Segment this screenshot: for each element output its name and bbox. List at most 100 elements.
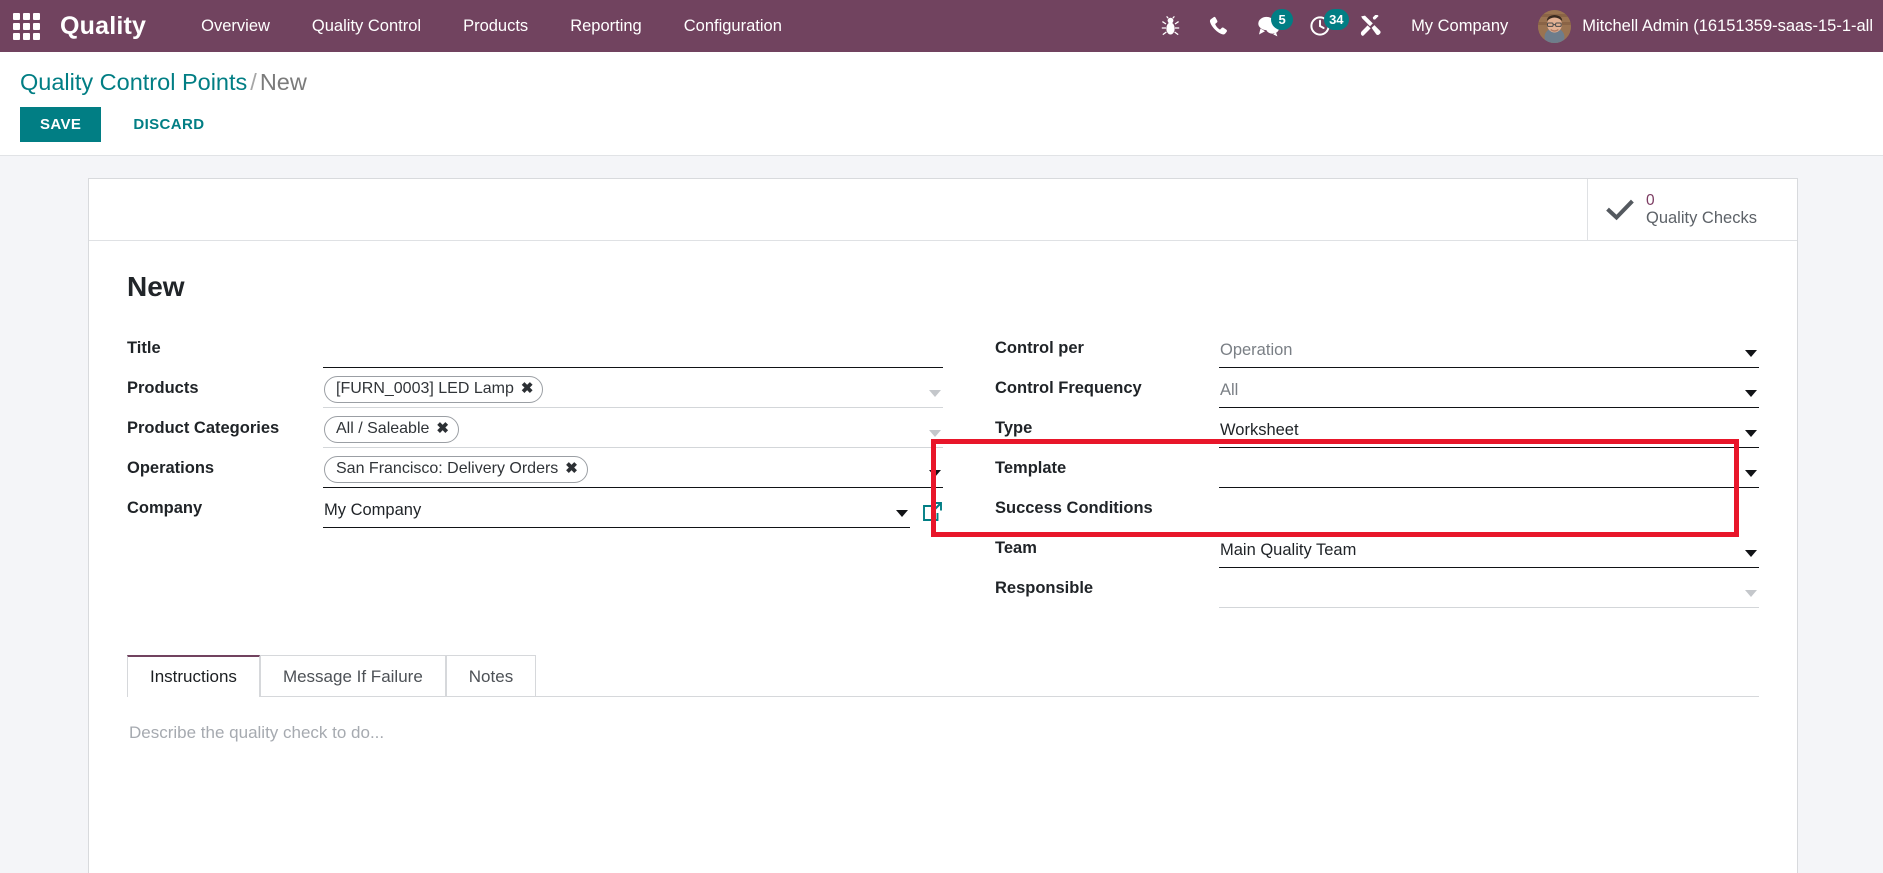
type-dropdown-caret[interactable] [1745, 430, 1757, 437]
field-value-control-frequency: All [1219, 377, 1759, 408]
tag-operation-label: San Francisco: Delivery Orders [336, 460, 559, 477]
tab-instructions[interactable]: Instructions [127, 655, 260, 697]
control-panel-buttons: SAVE DISCARD [0, 99, 1883, 142]
type-select[interactable]: Worksheet [1219, 417, 1759, 448]
activities-button[interactable]: 34 [1295, 0, 1349, 52]
company-input[interactable]: My Company [323, 497, 910, 528]
app-brand-title[interactable]: Quality [52, 12, 156, 41]
field-row-title: Title [127, 329, 943, 368]
stat-button-quality-checks[interactable]: 0 Quality Checks [1587, 179, 1797, 240]
field-row-type: Type Worksheet [995, 409, 1759, 448]
template-dropdown-caret[interactable] [1745, 470, 1757, 477]
breadcrumb: Quality Control Points / New [0, 65, 1883, 99]
tab-notes[interactable]: Notes [445, 655, 537, 697]
template-input[interactable] [1219, 457, 1759, 488]
control-frequency-value: All [1220, 380, 1239, 399]
form-column-right: Control per Operation Control Frequency [943, 329, 1759, 609]
form-body: New Title Products [FURN_0003] LED Lamp … [89, 241, 1797, 817]
field-row-control-per: Control per Operation [995, 329, 1759, 368]
field-value-company: My Company [323, 497, 943, 528]
field-value-team: Main Quality Team [1219, 537, 1759, 568]
group-heading-success-conditions: Success Conditions [995, 499, 1153, 517]
field-row-company: Company My Company [127, 489, 943, 528]
field-row-success-conditions: Success Conditions [995, 489, 1759, 528]
field-label-title: Title [127, 339, 161, 357]
company-dropdown-caret[interactable] [896, 510, 908, 517]
team-dropdown-caret[interactable] [1745, 550, 1757, 557]
tag-remove-icon[interactable]: ✖ [565, 459, 578, 479]
menu-item-configuration[interactable]: Configuration [663, 0, 803, 52]
field-value-template [1219, 457, 1759, 488]
company-switcher[interactable]: My Company [1395, 17, 1524, 36]
field-label-control-per: Control per [995, 339, 1084, 357]
type-value: Worksheet [1220, 420, 1299, 439]
tag-remove-icon[interactable]: ✖ [521, 379, 534, 399]
field-label-team: Team [995, 539, 1037, 557]
company-external-link-icon[interactable] [922, 501, 943, 522]
tag-product-category[interactable]: All / Saleable ✖ [324, 416, 459, 443]
operations-input[interactable]: San Francisco: Delivery Orders ✖ [323, 456, 943, 488]
debug-menu-button[interactable] [1147, 0, 1194, 52]
user-menu[interactable]: Mitchell Admin (16151359-saas-15-1-all [1524, 0, 1883, 52]
operations-dropdown-caret[interactable] [929, 470, 941, 477]
breadcrumb-current: New [259, 69, 307, 95]
tag-product[interactable]: [FURN_0003] LED Lamp ✖ [324, 376, 544, 403]
product-categories-input[interactable]: All / Saleable ✖ [323, 416, 943, 448]
stat-button-box: 0 Quality Checks [89, 179, 1797, 241]
control-per-dropdown-caret[interactable] [1745, 350, 1757, 357]
field-value-responsible [1219, 577, 1759, 608]
field-row-template: Template [995, 449, 1759, 488]
breadcrumb-root-link[interactable]: Quality Control Points [20, 69, 247, 95]
apps-grid-icon [12, 12, 40, 40]
responsible-dropdown-caret[interactable] [1745, 590, 1757, 597]
responsible-input[interactable] [1219, 577, 1759, 608]
tag-operation[interactable]: San Francisco: Delivery Orders ✖ [324, 456, 588, 483]
field-label-operations: Operations [127, 459, 215, 477]
field-label-products: Products [127, 379, 199, 397]
phone-icon [1208, 16, 1228, 37]
main-menu: Overview Quality Control Products Report… [180, 0, 803, 52]
field-row-team: Team Main Quality Team [995, 529, 1759, 568]
bug-icon [1161, 15, 1180, 37]
products-input[interactable]: [FURN_0003] LED Lamp ✖ [323, 376, 943, 408]
products-dropdown-caret[interactable] [929, 390, 941, 397]
messages-button[interactable]: 5 [1242, 0, 1295, 52]
notebook-tabs: Instructions Message If Failure Notes [127, 655, 1759, 697]
tag-product-label: [FURN_0003] LED Lamp [336, 380, 514, 397]
field-label-control-frequency: Control Frequency [995, 379, 1142, 397]
menu-item-reporting[interactable]: Reporting [549, 0, 663, 52]
notebook: Instructions Message If Failure Notes De… [127, 655, 1759, 817]
field-value-type: Worksheet [1219, 417, 1759, 448]
field-label-product-categories: Product Categories [127, 419, 280, 437]
field-row-products: Products [FURN_0003] LED Lamp ✖ [127, 369, 943, 408]
title-input[interactable] [323, 337, 943, 368]
form-columns: Title Products [FURN_0003] LED Lamp ✖ Pr… [127, 329, 1759, 609]
menu-item-products[interactable]: Products [442, 0, 549, 52]
control-panel: Quality Control Points / New SAVE DISCARD [0, 52, 1883, 156]
field-value-control-per: Operation [1219, 337, 1759, 368]
voip-phone-button[interactable] [1194, 0, 1242, 52]
tab-message-if-failure[interactable]: Message If Failure [259, 655, 446, 697]
avatar [1538, 9, 1572, 43]
field-row-responsible: Responsible [995, 569, 1759, 608]
discard-button[interactable]: DISCARD [115, 107, 222, 142]
menu-item-overview[interactable]: Overview [180, 0, 291, 52]
tag-remove-icon[interactable]: ✖ [436, 419, 449, 439]
stat-button-text: 0 Quality Checks [1646, 192, 1757, 228]
field-label-template: Template [995, 459, 1067, 477]
notebook-panel-instructions[interactable]: Describe the quality check to do... [127, 697, 1759, 817]
field-value-products: [FURN_0003] LED Lamp ✖ [323, 376, 943, 408]
team-input[interactable]: Main Quality Team [1219, 537, 1759, 568]
save-button[interactable]: SAVE [20, 107, 102, 142]
settings-tools-button[interactable] [1345, 0, 1395, 52]
control-frequency-select[interactable]: All [1219, 377, 1759, 408]
field-label-company: Company [127, 499, 203, 517]
product-categories-dropdown-caret[interactable] [929, 430, 941, 437]
breadcrumb-separator: / [250, 69, 257, 95]
user-name-label: Mitchell Admin (16151359-saas-15-1-all [1582, 16, 1873, 35]
menu-item-quality-control[interactable]: Quality Control [291, 0, 442, 52]
control-per-select[interactable]: Operation [1219, 337, 1759, 368]
field-value-product-categories: All / Saleable ✖ [323, 416, 943, 448]
apps-menu-toggle[interactable] [0, 0, 52, 52]
control-frequency-dropdown-caret[interactable] [1745, 390, 1757, 397]
